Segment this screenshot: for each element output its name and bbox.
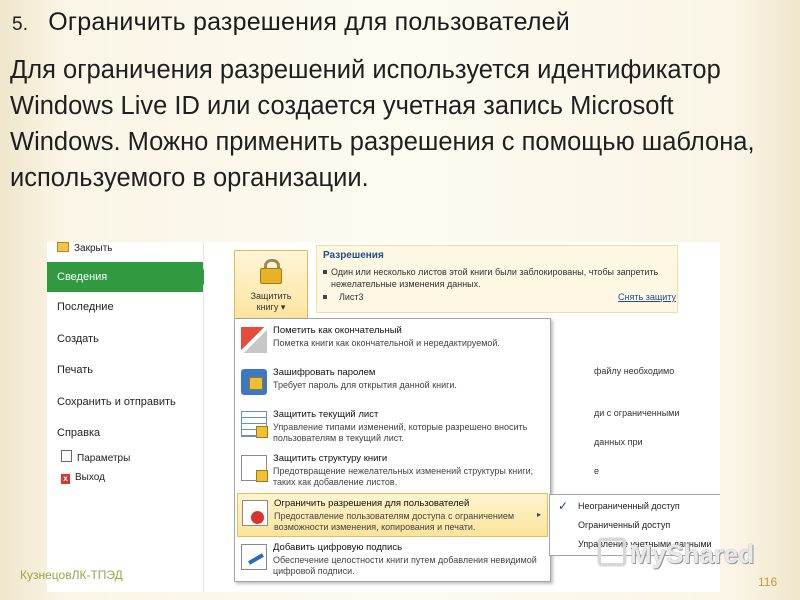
background-text: ди с ограниченными: [594, 408, 680, 418]
folder-icon: [57, 242, 69, 252]
restrict-access-icon: [242, 500, 268, 526]
permissions-panel: Разрешения Один или несколько листов это…: [316, 245, 678, 313]
slide-number: 5.: [12, 14, 29, 35]
slide-body: Для ограничения разрешений используется …: [10, 56, 755, 192]
submenu-item-unrestricted[interactable]: ✓ Неограниченный доступ: [550, 497, 720, 515]
sidebar-item-help[interactable]: Справка: [47, 418, 203, 450]
menu-item-encrypt[interactable]: Зашифровать паролем Требует пароль для о…: [237, 363, 548, 405]
digital-signature-icon: [241, 544, 267, 570]
sidebar-item-recent[interactable]: Последние: [47, 292, 203, 324]
page-number: 116: [758, 575, 778, 589]
menu-item-protect-sheet[interactable]: Защитить текущий лист Управление типами …: [237, 405, 548, 447]
watermark-logo: MyShared: [598, 538, 754, 570]
sheet-protect-icon: [241, 411, 268, 438]
submenu-item-restricted[interactable]: Ограниченный доступ: [550, 516, 720, 534]
sidebar-item-info[interactable]: Сведения: [47, 262, 211, 292]
final-flag-icon: [241, 327, 267, 353]
protected-sheet-row: Лист3 Снять защиту: [316, 292, 676, 302]
sheet-name: Лист3: [339, 292, 364, 302]
sidebar-item-close[interactable]: Закрыть: [47, 242, 203, 258]
sidebar-item-new[interactable]: Создать: [47, 324, 203, 356]
slide-title: 5. Ограничить разрешения для пользователе…: [12, 8, 570, 37]
checkmark-icon: ✓: [558, 499, 569, 513]
permissions-description: Один или несколько листов этой книги был…: [323, 266, 671, 290]
menu-item-restrict-permissions[interactable]: Ограничить разрешения для пользователей …: [237, 493, 548, 537]
protect-workbook-button[interactable]: Защитить книгу ▾: [234, 250, 308, 324]
unprotect-link[interactable]: Снять защиту: [618, 292, 676, 302]
permissions-title: Разрешения: [323, 250, 384, 261]
lock-icon: [259, 259, 282, 284]
submenu-arrow-icon: ▸: [536, 510, 541, 519]
sidebar-item-print[interactable]: Печать: [47, 355, 203, 387]
footer-author: КузнецовЛК-ТПЭД: [20, 568, 123, 582]
options-icon: [61, 449, 72, 462]
sidebar-item-save-send[interactable]: Сохранить и отправить: [47, 387, 203, 419]
backstage-sidebar: Закрыть Сведения Последние Создать Печат…: [47, 242, 211, 592]
background-text: файлу необходимо: [594, 366, 675, 376]
background-text: данных при: [594, 437, 643, 447]
sidebar-item-exit[interactable]: x Выход: [47, 470, 203, 486]
menu-item-digital-signature[interactable]: Добавить цифровую подпись Обеспечение це…: [237, 538, 548, 580]
watermark-icon: [598, 538, 626, 566]
sidebar-item-options[interactable]: Параметры: [47, 449, 203, 466]
protect-workbook-menu: Пометить как окончательный Пометка книги…: [234, 318, 551, 582]
menu-item-mark-final[interactable]: Пометить как окончательный Пометка книги…: [237, 321, 548, 363]
exit-icon: x: [61, 473, 70, 484]
menu-item-protect-structure[interactable]: Защитить структуру книги Предотвращение …: [237, 449, 548, 491]
background-text: е: [594, 466, 600, 476]
slide-title-text: Ограничить разрешения для пользователей: [48, 8, 570, 36]
encrypt-lock-icon: [241, 369, 267, 395]
workbook-structure-icon: [241, 455, 268, 482]
